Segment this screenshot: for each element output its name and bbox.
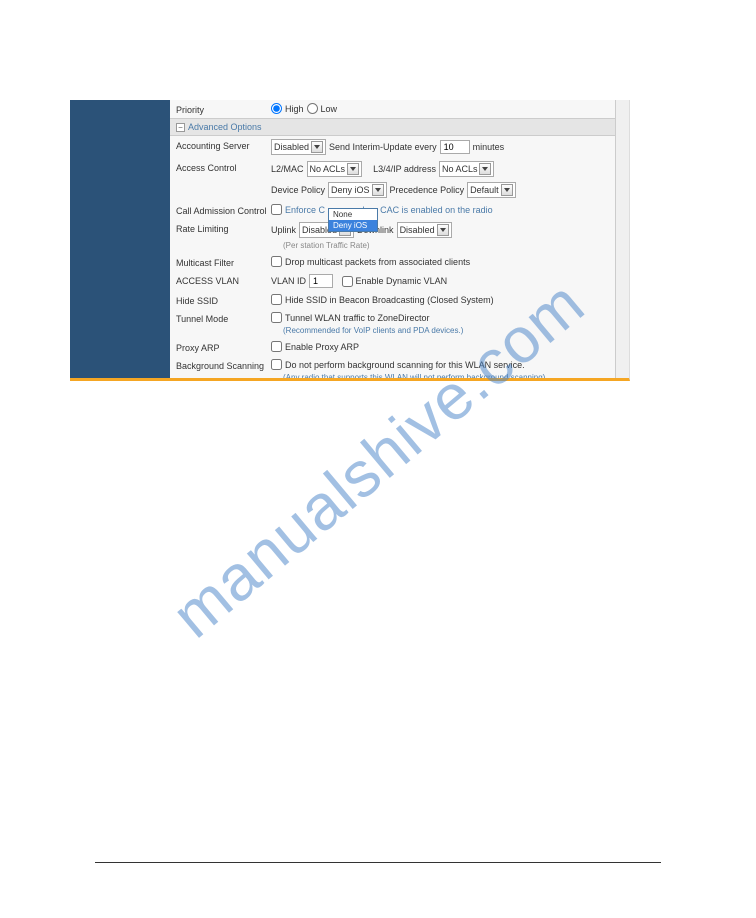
row-tunnel-mode: Tunnel Mode Tunnel WLAN traffic to ZoneD… (170, 309, 615, 338)
rate-limiting-label: Rate Limiting (176, 222, 271, 234)
precedence-select[interactable]: Default (467, 182, 516, 198)
priority-high-radio[interactable] (271, 103, 282, 114)
chevron-down-icon (347, 163, 359, 175)
precedence-label: Precedence Policy (390, 185, 465, 195)
device-policy-label: Device Policy (271, 185, 325, 195)
device-policy-dropdown-open: None Deny iOS (328, 205, 353, 215)
chevron-down-icon (311, 141, 323, 153)
interim-text-before: Send Interim-Update every (329, 142, 437, 152)
cac-label: Call Admission Control (176, 204, 271, 216)
l2mac-select[interactable]: No ACLs (307, 161, 363, 177)
l2mac-label: L2/MAC (271, 164, 304, 174)
hide-ssid-label: Hide SSID (176, 294, 271, 306)
dynamic-vlan-checkbox[interactable] (342, 276, 353, 287)
row-hide-ssid: Hide SSID Hide SSID in Beacon Broadcasti… (170, 291, 615, 309)
priority-high-text: High (285, 104, 304, 114)
hide-ssid-text: Hide SSID in Beacon Broadcasting (Closed… (285, 295, 494, 305)
proxy-arp-label: Proxy ARP (176, 341, 271, 353)
row-rate-limiting: Rate Limiting Uplink Disabled Downlink D… (170, 219, 615, 253)
chevron-down-icon (437, 224, 449, 236)
background-scanning-checkbox[interactable] (271, 359, 282, 370)
priority-low-text: Low (321, 104, 338, 114)
accounting-server-select[interactable]: Disabled (271, 139, 326, 155)
priority-low-radio[interactable] (307, 103, 318, 114)
background-scanning-text: Do not perform background scanning for t… (285, 360, 525, 370)
device-policy-select[interactable]: Deny iOS (328, 182, 387, 198)
row-accounting-server: Accounting Server Disabled Send Interim-… (170, 136, 615, 158)
vlan-id-label: VLAN ID (271, 276, 306, 286)
tunnel-mode-checkbox[interactable] (271, 312, 282, 323)
collapse-icon: − (176, 123, 185, 132)
tunnel-mode-text: Tunnel WLAN traffic to ZoneDirector (285, 313, 430, 323)
row-multicast-filter: Multicast Filter Drop multicast packets … (170, 253, 615, 271)
access-control-label: Access Control (176, 161, 271, 173)
sidebar-nav (70, 100, 170, 378)
row-access-control: Access Control L2/MAC No ACLs L3/4/IP ad… (170, 158, 615, 201)
tunnel-mode-label: Tunnel Mode (176, 312, 271, 324)
vlan-id-input[interactable] (309, 274, 333, 288)
vertical-scrollbar[interactable] (615, 100, 629, 378)
proxy-arp-text: Enable Proxy ARP (285, 342, 359, 352)
interim-text-after: minutes (473, 142, 505, 152)
multicast-filter-text: Drop multicast packets from associated c… (285, 257, 470, 267)
row-access-vlan: ACCESS VLAN VLAN ID Enable Dynamic VLAN (170, 271, 615, 291)
cac-text-before: Enforce C (285, 205, 325, 215)
proxy-arp-checkbox[interactable] (271, 341, 282, 352)
row-proxy-arp: Proxy ARP Enable Proxy ARP (170, 338, 615, 356)
chevron-down-icon (479, 163, 491, 175)
interim-interval-input[interactable] (440, 140, 470, 154)
chevron-down-icon (372, 184, 384, 196)
rate-limiting-note: (Per station Traffic Rate) (271, 241, 609, 250)
advanced-options-toggle[interactable]: − Advanced Options (170, 118, 615, 136)
accounting-server-label: Accounting Server (176, 139, 271, 151)
access-vlan-label: ACCESS VLAN (176, 274, 271, 286)
hide-ssid-checkbox[interactable] (271, 294, 282, 305)
downlink-select[interactable]: Disabled (397, 222, 452, 238)
background-scanning-label: Background Scanning (176, 359, 271, 371)
priority-label: Priority (176, 103, 271, 115)
row-cac: Call Admission Control Enforce C None De… (170, 201, 615, 219)
main-content: Priority High Low − Advanced Options Acc… (170, 100, 615, 378)
multicast-filter-checkbox[interactable] (271, 256, 282, 267)
dynamic-vlan-text: Enable Dynamic VLAN (356, 276, 448, 286)
row-priority: Priority High Low (170, 100, 615, 118)
row-background-scanning: Background Scanning Do not perform backg… (170, 356, 615, 381)
advanced-options-label: Advanced Options (188, 122, 262, 132)
dropdown-item-none[interactable]: None (329, 209, 377, 220)
dropdown-item-deny-ios[interactable]: Deny iOS (329, 220, 377, 231)
l34-label: L3/4/IP address (373, 164, 436, 174)
page-footer-rule (95, 862, 661, 863)
multicast-filter-label: Multicast Filter (176, 256, 271, 268)
device-policy-dropdown-menu: None Deny iOS (328, 208, 378, 232)
uplink-label: Uplink (271, 225, 296, 235)
cac-checkbox[interactable] (271, 204, 282, 215)
background-scanning-note: (Any radio that supports this WLAN will … (271, 373, 609, 381)
l34-select[interactable]: No ACLs (439, 161, 495, 177)
chevron-down-icon (501, 184, 513, 196)
app-window: Priority High Low − Advanced Options Acc… (70, 100, 630, 381)
tunnel-mode-note: (Recommended for VoIP clients and PDA de… (271, 326, 609, 335)
